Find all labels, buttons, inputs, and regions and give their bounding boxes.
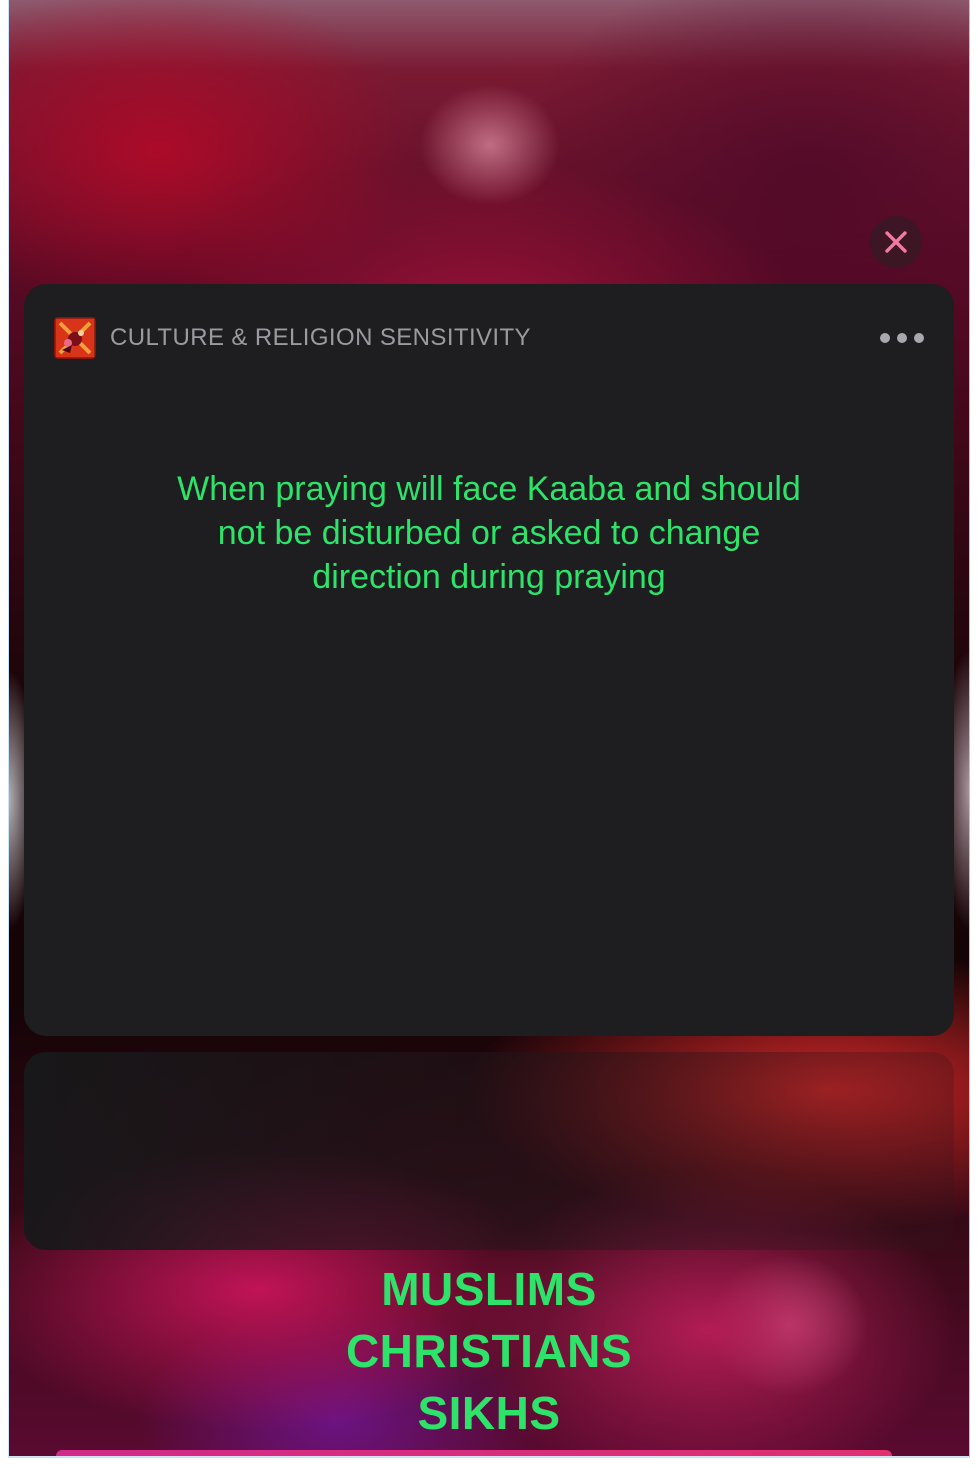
notification-expanded-view: CULTURE & RELIGION SENSITIVITY When pray… — [8, 0, 970, 1456]
more-options-icon — [880, 333, 890, 343]
notification-message: When praying will face Kaaba and should … — [177, 470, 801, 596]
group-label-christians: CHRISTIANS — [345, 1325, 633, 1377]
secondary-action-panel — [24, 1052, 954, 1250]
more-options-icon-dot — [897, 333, 907, 343]
more-options-icon-dot — [914, 333, 924, 343]
group-label-muslims: MUSLIMS — [381, 1263, 597, 1315]
app-icon — [54, 317, 96, 359]
group-label-sikhs: SIKHS — [417, 1387, 561, 1439]
bottom-card-edge — [56, 1450, 892, 1456]
app-name-label: CULTURE & RELIGION SENSITIVITY — [110, 324, 531, 351]
close-button[interactable] — [870, 216, 922, 268]
close-icon — [885, 231, 907, 253]
more-options-button[interactable] — [880, 327, 924, 349]
notification-header: CULTURE & RELIGION SENSITIVITY — [54, 316, 924, 360]
notification-card[interactable]: CULTURE & RELIGION SENSITIVITY When pray… — [24, 284, 954, 1036]
religious-groups-list: MUSLIMS CHRISTIANS SIKHS — [8, 1258, 970, 1444]
